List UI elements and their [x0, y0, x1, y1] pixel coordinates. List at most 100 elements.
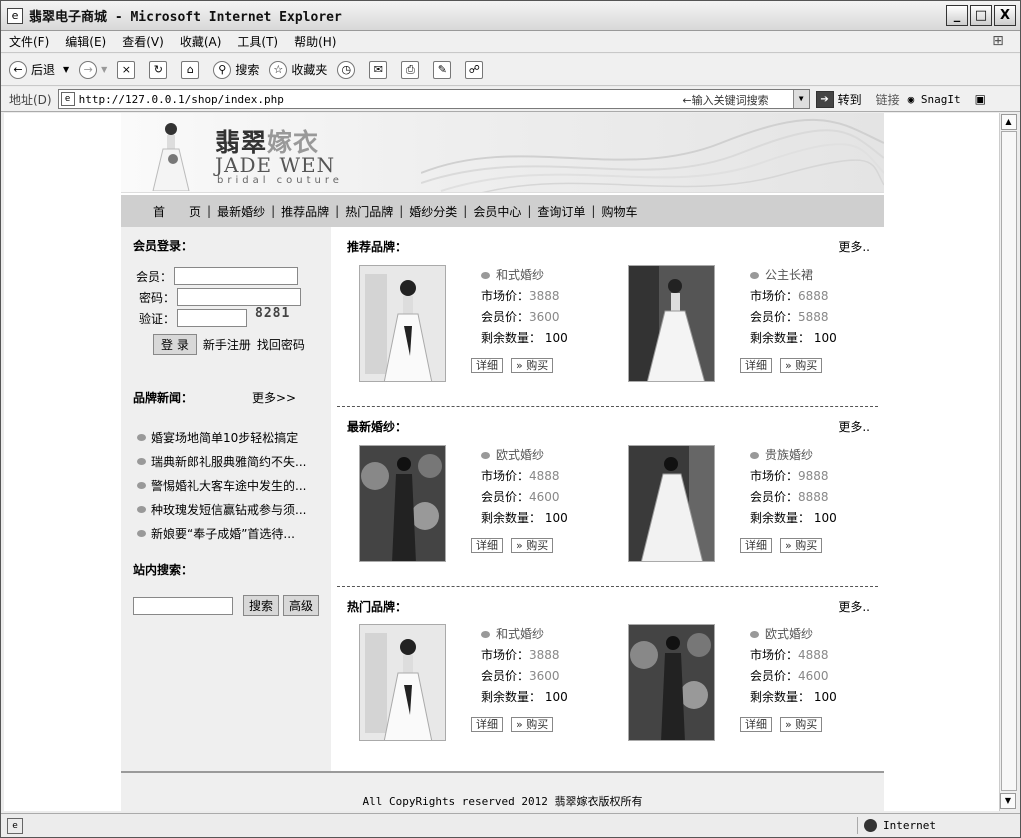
go-button[interactable]: ➔ 转到: [815, 90, 862, 108]
favorites-button[interactable]: ☆ 收藏夹: [269, 60, 327, 79]
nav-home[interactable]: 首 页: [153, 203, 201, 220]
print-button[interactable]: ⎙: [401, 60, 423, 79]
product-photo[interactable]: [359, 624, 446, 741]
menu-favorites[interactable]: 收藏(A): [180, 33, 222, 50]
detail-button[interactable]: 详细: [740, 717, 772, 732]
product-photo[interactable]: [628, 624, 715, 741]
maximize-button[interactable]: □: [970, 5, 992, 26]
member-price-row: 会员价：5888: [750, 307, 837, 328]
buy-button[interactable]: » 购买: [511, 717, 554, 732]
nav-hot[interactable]: 热门品牌: [345, 203, 393, 220]
buy-button[interactable]: » 购买: [780, 717, 823, 732]
buy-button[interactable]: » 购买: [511, 538, 554, 553]
member-price-value: 8888: [798, 490, 829, 504]
product-name[interactable]: 贵族婚纱: [750, 445, 837, 466]
search-button[interactable]: ⚲ 搜索: [213, 60, 259, 79]
product-name[interactable]: 欧式婚纱: [481, 445, 568, 466]
list-item[interactable]: 种玫瑰发短信赢钻戒参与须...: [137, 497, 327, 521]
scroll-thumb[interactable]: [1001, 131, 1017, 791]
snagit-button[interactable]: ◉ SnagIt: [908, 93, 961, 106]
list-item[interactable]: 婚宴场地简单10步轻松搞定: [137, 425, 327, 449]
nav-member[interactable]: 会员中心: [473, 203, 521, 220]
site-search-button[interactable]: 搜索: [243, 595, 280, 616]
bullet-icon: [137, 505, 146, 513]
detail-button[interactable]: 详细: [740, 358, 772, 373]
detail-button[interactable]: 详细: [471, 717, 503, 732]
mail-icon: ✉: [369, 60, 388, 79]
nav-cart[interactable]: 购物车: [601, 203, 637, 220]
back-dropdown-icon[interactable]: ▼: [63, 65, 69, 74]
forward-dropdown-icon[interactable]: ▼: [101, 65, 107, 74]
buy-button[interactable]: » 购买: [511, 358, 554, 373]
list-item[interactable]: 警惕婚礼大客车途中发生的...: [137, 473, 327, 497]
product-photo[interactable]: [628, 445, 715, 562]
stock-value: 100: [813, 331, 837, 345]
messenger-button[interactable]: ☍: [465, 60, 487, 79]
nav-recommended[interactable]: 推荐品牌: [281, 203, 329, 220]
edit-icon: ✎: [433, 60, 452, 79]
home-button[interactable]: ⌂: [181, 60, 203, 79]
product-name[interactable]: 欧式婚纱: [750, 624, 837, 645]
refresh-button[interactable]: ↻: [149, 60, 171, 79]
menu-view[interactable]: 查看(V): [122, 33, 164, 50]
page-status-icon: e: [7, 817, 23, 834]
detail-button[interactable]: 详细: [740, 538, 772, 553]
login-button[interactable]: 登 录: [153, 334, 197, 355]
detail-button[interactable]: 详细: [471, 538, 503, 553]
password-input[interactable]: [177, 288, 302, 306]
captcha-input[interactable]: [177, 309, 248, 327]
product-photo[interactable]: [359, 265, 446, 382]
address-input[interactable]: e http://127.0.0.1/shop/index.php ←输入关键词…: [57, 89, 810, 109]
menu-help[interactable]: 帮助(H): [294, 33, 336, 50]
login-actions: 登 录 新手注册 找回密码: [153, 334, 305, 355]
product-photo[interactable]: [628, 265, 715, 382]
section-more-link[interactable]: 更多..: [838, 598, 870, 615]
market-price-label: 市场价：: [481, 469, 530, 483]
recover-password-link[interactable]: 找回密码: [257, 336, 305, 353]
site-search-input[interactable]: [133, 596, 233, 615]
star-icon: ☆: [269, 60, 288, 79]
minimize-button[interactable]: _: [946, 5, 968, 26]
snagit-capture-icon[interactable]: ▣: [975, 92, 986, 106]
zone-label: Internet: [883, 819, 936, 832]
edit-button[interactable]: ✎: [433, 60, 455, 79]
username-input[interactable]: [174, 267, 298, 285]
stop-button[interactable]: ×: [117, 60, 139, 79]
section-more-link[interactable]: 更多..: [838, 238, 870, 255]
menu-tools[interactable]: 工具(T): [237, 33, 278, 50]
product-name[interactable]: 和式婚纱: [481, 265, 568, 286]
brand-news-more-link[interactable]: 更多>>: [252, 389, 296, 406]
buy-button[interactable]: » 购买: [780, 538, 823, 553]
history-button[interactable]: ◷: [337, 60, 359, 79]
mail-button[interactable]: ✉: [369, 60, 391, 79]
vertical-scrollbar[interactable]: ▲ ▼: [999, 113, 1017, 811]
list-item[interactable]: 新娘要“奉子成婚”首选待...: [137, 521, 327, 545]
buy-button[interactable]: » 购买: [780, 358, 823, 373]
address-dropdown-icon[interactable]: ▼: [792, 90, 809, 108]
product-photo[interactable]: [359, 445, 446, 562]
section-more-link[interactable]: 更多..: [838, 418, 870, 435]
scroll-down-icon[interactable]: ▼: [1000, 793, 1016, 809]
forward-button[interactable]: → ▼: [79, 60, 107, 79]
menu-edit[interactable]: 编辑(E): [65, 33, 106, 50]
nav-categories[interactable]: 婚纱分类: [409, 203, 457, 220]
advanced-search-button[interactable]: 高级: [283, 595, 320, 616]
product-name[interactable]: 公主长裙: [750, 265, 837, 286]
back-button[interactable]: ← 后退 ▼: [9, 60, 69, 79]
bullet-icon: [137, 529, 146, 537]
menu-file[interactable]: 文件(F): [9, 33, 49, 50]
register-link[interactable]: 新手注册: [203, 336, 251, 353]
nav-newest[interactable]: 最新婚纱: [217, 203, 265, 220]
nav-separator: |: [463, 204, 468, 218]
go-arrow-icon: ➔: [815, 90, 834, 108]
scroll-up-icon[interactable]: ▲: [1000, 114, 1017, 130]
detail-button[interactable]: 详细: [471, 358, 503, 373]
list-item[interactable]: 瑞典新郎礼服典雅简约不失...: [137, 449, 327, 473]
close-button[interactable]: X: [994, 5, 1016, 26]
buy-label: 购买: [526, 539, 549, 552]
product-info: 公主长裙 市场价：6888 会员价：5888 剩余数量： 100: [750, 265, 837, 349]
product-name[interactable]: 和式婚纱: [481, 624, 568, 645]
links-button[interactable]: 链接: [876, 91, 900, 108]
nav-orders[interactable]: 查询订单: [537, 203, 585, 220]
forward-arrow-icon: →: [79, 60, 98, 79]
